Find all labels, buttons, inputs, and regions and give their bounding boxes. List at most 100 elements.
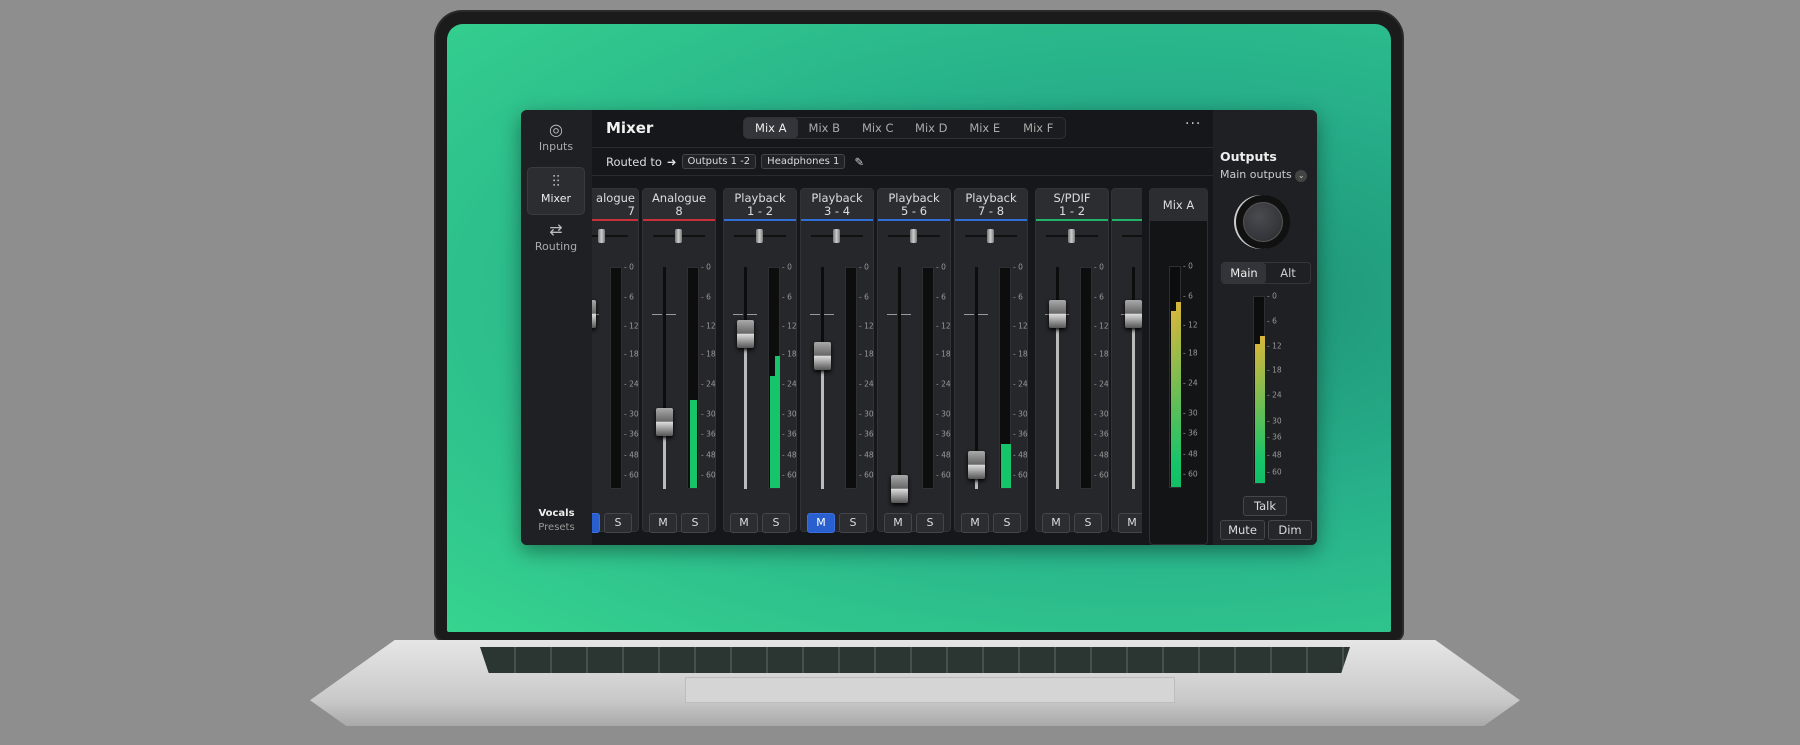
pan-knob[interactable] <box>598 229 605 243</box>
sidebar-item-label: Routing <box>534 240 578 253</box>
more-options-icon[interactable]: ··· <box>1185 116 1201 132</box>
channel-name: S/PDIF 1 - 2 <box>1036 189 1108 219</box>
scale-tick-label: - 18 <box>782 349 797 359</box>
scale-tick-label: - 30 <box>1094 409 1109 419</box>
fader-track[interactable] <box>821 267 824 489</box>
pan-knob[interactable] <box>987 229 994 243</box>
destination-chip[interactable]: Outputs 1 -2 <box>681 154 757 169</box>
main-button[interactable]: Main <box>1222 263 1266 283</box>
tab-mix-c[interactable]: Mix C <box>851 118 905 138</box>
pan-slider[interactable] <box>734 229 786 243</box>
channel-name: A <box>1112 189 1142 219</box>
mute-button[interactable]: M <box>807 513 835 533</box>
tab-mix-b[interactable]: Mix B <box>798 118 852 138</box>
pan-slider[interactable] <box>1046 229 1098 243</box>
pan-knob[interactable] <box>756 229 763 243</box>
fader-handle[interactable] <box>1125 299 1142 328</box>
scale-tick-label: - 24 <box>782 379 797 389</box>
scale-tick-label: - 6 <box>701 292 711 302</box>
alt-button[interactable]: Alt <box>1266 263 1310 283</box>
presets-label: Presets <box>538 522 575 533</box>
pan-slider[interactable] <box>653 229 705 243</box>
scale-tick-label: - 60 <box>1013 470 1028 480</box>
scale-tick-label: - 36 <box>1267 432 1282 442</box>
fader-handle[interactable] <box>1049 299 1066 328</box>
mute-button[interactable]: M <box>730 513 758 533</box>
presets-button[interactable]: Vocals Presets <box>521 508 592 533</box>
sidebar-item-mixer[interactable]: ⫶⫶ Mixer <box>527 167 585 215</box>
pan-knob[interactable] <box>910 229 917 243</box>
output-selector[interactable]: Main outputs ⌄ <box>1220 168 1308 182</box>
scale-tick-label: - 6 <box>859 292 869 302</box>
mute-button[interactable]: M <box>961 513 989 533</box>
talk-button[interactable]: Talk <box>1243 496 1287 516</box>
scale-tick-label: - 12 <box>1094 321 1109 331</box>
solo-button[interactable]: S <box>993 513 1021 533</box>
fader-track[interactable] <box>898 267 901 489</box>
destination-chip[interactable]: Headphones 1 <box>761 154 846 169</box>
fader-handle[interactable] <box>592 299 596 328</box>
mute-button[interactable]: M <box>649 513 677 533</box>
channel-strip: Playback 3 - 4- 0- 6- 12- 18- 24- 30- 36-… <box>800 188 874 533</box>
scale-tick-label: - 60 <box>1183 469 1198 479</box>
solo-button[interactable]: S <box>839 513 867 533</box>
channel-name: Analogue 8 <box>643 189 715 219</box>
tab-mix-f[interactable]: Mix F <box>1012 118 1066 138</box>
solo-button[interactable]: S <box>604 513 632 533</box>
scale-tick-label: - 24 <box>624 379 639 389</box>
dim-button[interactable]: Dim <box>1268 520 1312 540</box>
mix-bus-strip: Mix A - 0 - 6 - 12 - 18 - 24 - 30 - 36 - 48 - 60 <box>1149 188 1208 545</box>
scale-tick-label: - 36 <box>624 429 639 439</box>
level-meter <box>999 267 1011 489</box>
meter-scale: - 0 - 6 - 12 - 18 - 24 - 30 - 36 - 48 - 60 <box>1267 292 1283 484</box>
fader-handle[interactable] <box>814 341 831 370</box>
fader-handle[interactable] <box>891 475 908 503</box>
scale-tick-label: - 18 <box>1013 349 1028 359</box>
tab-mix-d[interactable]: Mix D <box>905 118 959 138</box>
fader-handle[interactable] <box>737 319 754 348</box>
meter-bar <box>1005 444 1011 488</box>
sidebar-item-inputs[interactable]: ◎ Inputs <box>527 116 585 164</box>
fader-fill <box>744 333 747 489</box>
pan-knob[interactable] <box>833 229 840 243</box>
scale-tick-label: - 48 <box>1094 450 1109 460</box>
tab-mix-a[interactable]: Mix A <box>744 118 798 138</box>
pan-knob[interactable] <box>675 229 682 243</box>
scale-tick-label: - 18 <box>1183 348 1198 358</box>
pan-slider[interactable] <box>592 229 628 243</box>
solo-button[interactable]: S <box>762 513 790 533</box>
trackpad <box>685 677 1175 703</box>
tab-mix-e[interactable]: Mix E <box>958 118 1012 138</box>
volume-knob[interactable] <box>1236 195 1290 249</box>
fader-handle[interactable] <box>656 408 673 437</box>
mute-button[interactable]: M <box>1118 513 1142 533</box>
scale-tick-label: - 18 <box>1267 365 1282 375</box>
level-meter <box>768 267 780 489</box>
fader-handle[interactable] <box>968 450 985 479</box>
arrow-right-icon: ➜ <box>666 154 677 169</box>
mute-button[interactable]: M <box>1042 513 1070 533</box>
solo-button[interactable]: S <box>916 513 944 533</box>
unity-mark <box>887 313 913 315</box>
scale-tick-label: - 30 <box>1013 409 1028 419</box>
fader-track[interactable] <box>663 267 666 489</box>
scale-tick-label: - 30 <box>859 409 874 419</box>
edit-pencil-icon[interactable]: ✎ <box>854 155 864 169</box>
scale-tick-label: - 48 <box>936 450 951 460</box>
solo-button[interactable]: S <box>681 513 709 533</box>
mute-button[interactable]: M <box>884 513 912 533</box>
pan-knob[interactable] <box>1068 229 1075 243</box>
solo-button[interactable]: S <box>1074 513 1102 533</box>
scale-tick-label: - 24 <box>701 379 716 389</box>
pan-slider[interactable] <box>965 229 1017 243</box>
scale-tick-label: - 24 <box>1013 379 1028 389</box>
pan-slider[interactable] <box>888 229 940 243</box>
mute-button[interactable]: Mute <box>1220 520 1265 540</box>
fader-track[interactable] <box>744 267 747 489</box>
sidebar-item-routing[interactable]: ⇄ Routing <box>527 216 585 264</box>
pan-slider[interactable] <box>1122 235 1142 237</box>
mute-button[interactable]: M <box>592 513 600 533</box>
pan-slider[interactable] <box>811 229 863 243</box>
scale-tick-label: - 18 <box>1094 349 1109 359</box>
scale-tick-label: - 12 <box>1183 320 1198 330</box>
